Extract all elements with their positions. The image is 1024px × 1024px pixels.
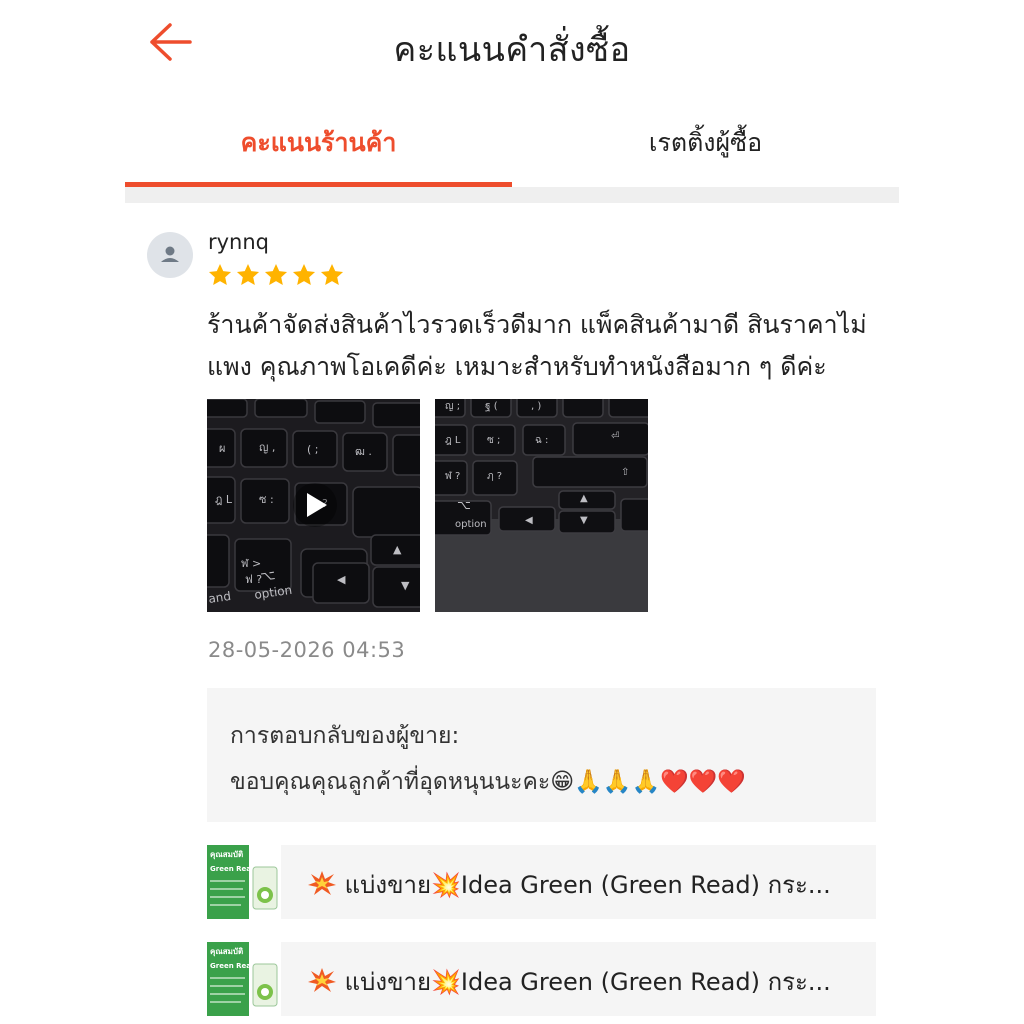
svg-text:ฐ (: ฐ (	[485, 401, 498, 412]
collision-icon	[308, 968, 336, 992]
svg-text:⌥: ⌥	[259, 568, 276, 585]
thumbnail-label: Green Read	[210, 962, 256, 970]
thumbnail-label: คุณสมบัติ	[210, 850, 243, 860]
svg-text:▲: ▲	[580, 493, 588, 504]
svg-text:ญ ;: ญ ;	[445, 401, 460, 412]
product-thumbnail: คุณสมบัติ Green Read	[207, 942, 281, 1016]
svg-text:ฎ L: ฎ L	[215, 493, 233, 506]
review-text: ร้านค้าจัดส่งสินค้าไวรวดเร็วดีมาก แพ็คสิ…	[207, 310, 867, 381]
seller-reply-text: ขอบคุณคุณลูกค้าที่อุดหนุนนะคะ😁🙏🙏🙏❤️❤️❤️	[230, 769, 747, 795]
svg-text:ฬ ?: ฬ ?	[445, 470, 460, 482]
svg-text:ฎ L: ฎ L	[445, 435, 461, 446]
svg-text:ฒ .: ฒ .	[355, 445, 372, 458]
svg-text:ฬ >: ฬ >	[241, 557, 261, 570]
page-title: คะแนนคำสั่งซื้อ	[393, 30, 631, 70]
play-icon[interactable]	[293, 483, 337, 527]
svg-text:( ;: ( ;	[307, 443, 319, 456]
svg-text:ฦ ?: ฦ ?	[487, 471, 502, 482]
product-item[interactable]: คุณสมบัติ Green Read แบ่งขาย💥Idea Green …	[207, 845, 876, 919]
svg-text:ซ :: ซ :	[259, 493, 274, 506]
svg-text:⇧: ⇧	[621, 467, 629, 478]
avatar	[147, 232, 193, 278]
product-name: แบ่งขาย💥Idea Green (Green Read) กระ...	[307, 865, 831, 904]
seller-reply-label: การตอบกลับของผู้ขาย:	[230, 723, 460, 749]
svg-text:⏎: ⏎	[611, 431, 619, 442]
product-name-text: แบ่งขาย💥Idea Green (Green Read) กระ...	[344, 968, 831, 996]
svg-text:ผ: ผ	[219, 442, 225, 455]
svg-text:ซ ;: ซ ;	[487, 435, 500, 446]
seller-reply: การตอบกลับของผู้ขาย: ขอบคุณคุณลูกค้าที่อ…	[207, 688, 876, 822]
star-icon	[264, 263, 288, 285]
svg-text:◀: ◀	[337, 573, 346, 586]
svg-text:ฉ :: ฉ :	[535, 435, 548, 446]
svg-text:▼: ▼	[580, 515, 588, 526]
svg-text:▲: ▲	[393, 543, 402, 556]
product-thumbnail: คุณสมบัติ Green Read	[207, 845, 281, 919]
key-label: option	[455, 519, 487, 530]
thumbnail-label: Green Read	[210, 865, 256, 873]
svg-text:ญ ,: ญ ,	[259, 441, 275, 454]
star-icon	[208, 263, 232, 285]
svg-text:, ): , )	[531, 401, 541, 412]
keyboard-photo: ผญ ,( ;ฒ . ฎ Lซ :ฉ ? ฬ >ฟ ? ▼◀▲ ⌥ option…	[207, 399, 420, 612]
svg-text:⌥: ⌥	[457, 498, 471, 512]
star-icon	[320, 263, 344, 285]
product-item[interactable]: คุณสมบัติ Green Read แบ่งขาย💥Idea Green …	[207, 942, 876, 1016]
review-video-thumbnail[interactable]: ผญ ,( ;ฒ . ฎ Lซ :ฉ ? ฬ >ฟ ? ▼◀▲ ⌥ option…	[207, 399, 420, 612]
star-icon	[236, 263, 260, 285]
reviewer-username: rynnq	[208, 230, 270, 254]
star-icon	[292, 263, 316, 285]
svg-text:◀: ◀	[525, 515, 533, 526]
user-icon	[161, 246, 179, 262]
svg-text:▼: ▼	[401, 579, 410, 592]
thumbnail-label: คุณสมบัติ	[210, 947, 243, 957]
keyboard-photo: ญ ; ฐ ( , ) ฎ L ซ ; ฉ : ฬ ? ฦ ? ⏎ ⇧ ◀ ▼ ▲ ⌥ opti…	[435, 399, 648, 612]
review-timestamp: 28-05-2026 04:53	[208, 638, 406, 662]
tab-shop-rating[interactable]: คะแนนร้านค้า	[125, 120, 512, 182]
product-name: แบ่งขาย💥Idea Green (Green Read) กระ...	[307, 962, 831, 1001]
collision-icon	[308, 871, 336, 895]
product-name-text: แบ่งขาย💥Idea Green (Green Read) กระ...	[344, 871, 831, 899]
tab-buyer-rating[interactable]: เรตติ้งผู้ซื้อ	[512, 120, 899, 182]
star-rating	[207, 262, 345, 288]
section-divider	[125, 187, 899, 203]
review-photo-thumbnail[interactable]: ญ ; ฐ ( , ) ฎ L ซ ; ฉ : ฬ ? ฦ ? ⏎ ⇧ ◀ ▼ ▲ ⌥ opti…	[435, 399, 648, 612]
